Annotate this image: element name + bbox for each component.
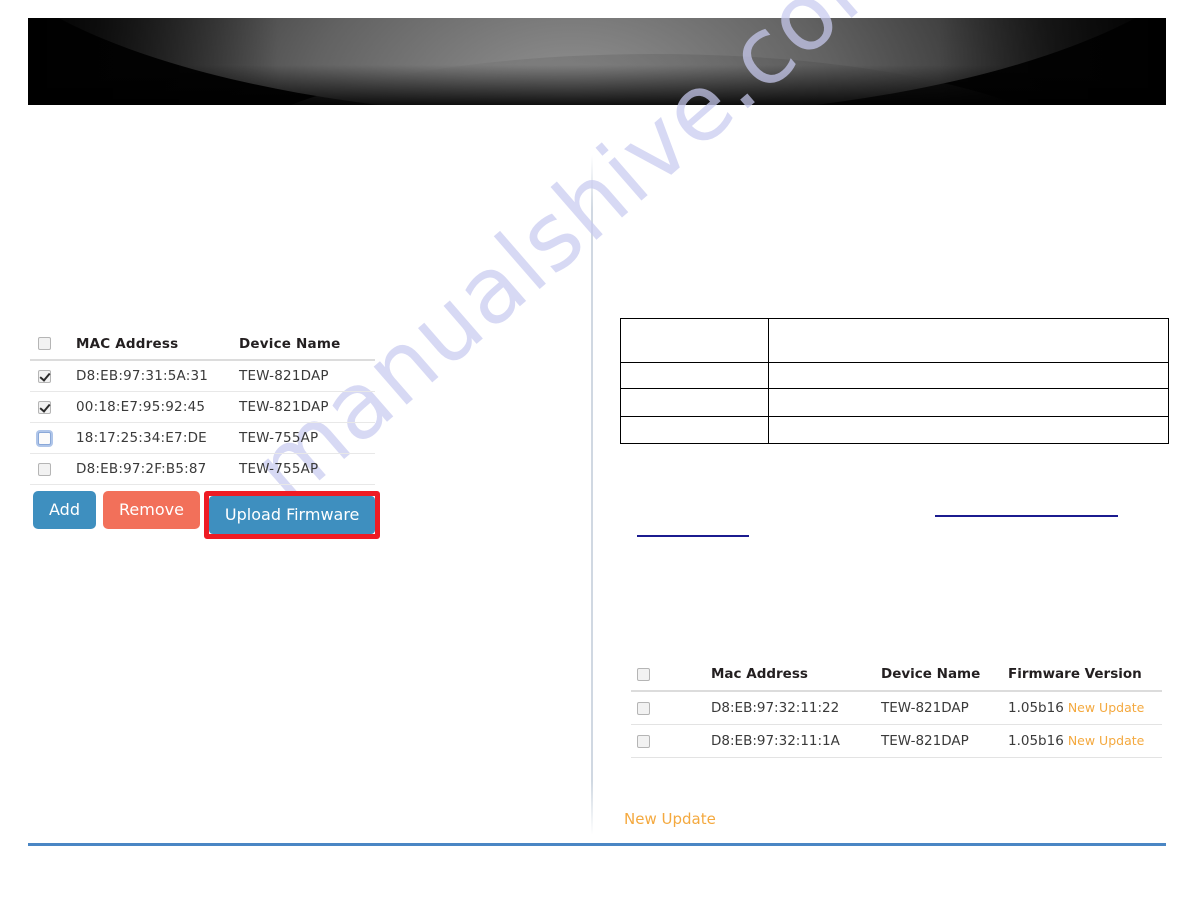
column-header-firmware: Firmware Version bbox=[1008, 666, 1142, 682]
cell-mac: 18:17:25:34:E7:DE bbox=[76, 430, 207, 446]
firmware-version-text: 1.05b16 bbox=[1008, 700, 1064, 716]
banner-shade-bottom bbox=[28, 64, 1166, 105]
row-checkbox-cell[interactable] bbox=[30, 369, 76, 383]
reference-link-lower[interactable] bbox=[637, 535, 749, 537]
column-header-device: Device Name bbox=[881, 666, 981, 682]
row-checkbox[interactable] bbox=[38, 369, 51, 383]
row-checkbox-cell[interactable] bbox=[30, 431, 76, 445]
spec-cell-label bbox=[620, 362, 769, 389]
row-checkbox-cell[interactable] bbox=[631, 734, 711, 748]
column-header-device: Device Name bbox=[239, 335, 341, 352]
add-button[interactable]: Add bbox=[33, 491, 96, 529]
table-row[interactable]: D8:EB:97:2F:B5:87 TEW-755AP bbox=[30, 454, 375, 485]
table-row[interactable]: D8:EB:97:32:11:22 TEW-821DAP 1.05b16 New … bbox=[631, 692, 1162, 725]
table-row[interactable]: D8:EB:97:32:11:1A TEW-821DAP 1.05b16 New … bbox=[631, 725, 1162, 758]
spec-table-row bbox=[620, 388, 1169, 417]
select-all-cell[interactable] bbox=[30, 337, 76, 350]
product-banner bbox=[28, 18, 1166, 105]
row-checkbox-cell[interactable] bbox=[30, 462, 76, 476]
cell-mac: D8:EB:97:31:5A:31 bbox=[76, 368, 209, 384]
column-divider bbox=[591, 155, 593, 835]
spec-table-row bbox=[620, 416, 1169, 444]
spec-cell-label bbox=[620, 388, 769, 417]
row-checkbox[interactable] bbox=[637, 734, 650, 748]
spec-cell-value bbox=[768, 416, 1169, 444]
row-checkbox[interactable] bbox=[637, 701, 650, 715]
column-header-mac: Mac Address bbox=[711, 666, 808, 682]
column-header-mac: MAC Address bbox=[76, 335, 179, 352]
row-checkbox[interactable] bbox=[38, 400, 51, 414]
cell-mac: 00:18:E7:95:92:45 bbox=[76, 399, 206, 415]
select-all-checkbox[interactable] bbox=[637, 667, 650, 681]
cell-mac: D8:EB:97:32:11:22 bbox=[711, 700, 840, 716]
cell-device: TEW-821DAP bbox=[239, 399, 329, 415]
firmware-version-table: Mac Address Device Name Firmware Version… bbox=[631, 658, 1162, 758]
spec-cell-label bbox=[620, 416, 769, 444]
remove-button[interactable]: Remove bbox=[102, 491, 200, 529]
cell-mac: D8:EB:97:2F:B5:87 bbox=[76, 461, 207, 477]
footer-rule bbox=[28, 843, 1166, 846]
table-row[interactable]: D8:EB:97:31:5A:31 TEW-821DAP bbox=[30, 361, 375, 392]
new-update-link[interactable]: New Update bbox=[1068, 733, 1145, 748]
cell-device: TEW-821DAP bbox=[881, 733, 969, 749]
row-checkbox[interactable] bbox=[38, 462, 51, 476]
cell-firmware-version: 1.05b16 New Update bbox=[1008, 733, 1162, 749]
row-checkbox-cell[interactable] bbox=[30, 400, 76, 414]
reference-link-upper[interactable] bbox=[935, 515, 1118, 517]
blank-spec-table bbox=[620, 318, 1169, 444]
cell-firmware-version: 1.05b16 New Update bbox=[1008, 700, 1162, 716]
select-all-checkbox[interactable] bbox=[38, 337, 51, 350]
firmware-version-text: 1.05b16 bbox=[1008, 733, 1064, 749]
row-checkbox[interactable] bbox=[38, 431, 51, 445]
device-action-buttons: Add Remove Upload Firmware bbox=[33, 491, 381, 539]
spec-cell-value bbox=[768, 318, 1169, 363]
select-all-cell[interactable] bbox=[631, 667, 711, 681]
spec-table-row bbox=[620, 318, 1169, 363]
new-update-caption[interactable]: New Update bbox=[624, 810, 716, 828]
spec-cell-label bbox=[620, 318, 769, 363]
table-header-row: MAC Address Device Name bbox=[30, 328, 375, 361]
cell-device: TEW-755AP bbox=[239, 430, 319, 446]
device-list-table: MAC Address Device Name D8:EB:97:31:5A:3… bbox=[30, 328, 375, 485]
spec-cell-value bbox=[768, 388, 1169, 417]
new-update-link[interactable]: New Update bbox=[1068, 700, 1145, 715]
table-header-row: Mac Address Device Name Firmware Version bbox=[631, 658, 1162, 692]
cell-mac: D8:EB:97:32:11:1A bbox=[711, 733, 840, 749]
spec-cell-value bbox=[768, 362, 1169, 389]
spec-table-row bbox=[620, 362, 1169, 389]
table-row[interactable]: 00:18:E7:95:92:45 TEW-821DAP bbox=[30, 392, 375, 423]
table-row[interactable]: 18:17:25:34:E7:DE TEW-755AP bbox=[30, 423, 375, 454]
cell-device: TEW-821DAP bbox=[239, 368, 329, 384]
row-checkbox-cell[interactable] bbox=[631, 701, 711, 715]
upload-firmware-button[interactable]: Upload Firmware bbox=[208, 496, 376, 534]
upload-firmware-highlight-box: Upload Firmware bbox=[203, 491, 381, 539]
cell-device: TEW-821DAP bbox=[881, 700, 969, 716]
cell-device: TEW-755AP bbox=[239, 461, 319, 477]
